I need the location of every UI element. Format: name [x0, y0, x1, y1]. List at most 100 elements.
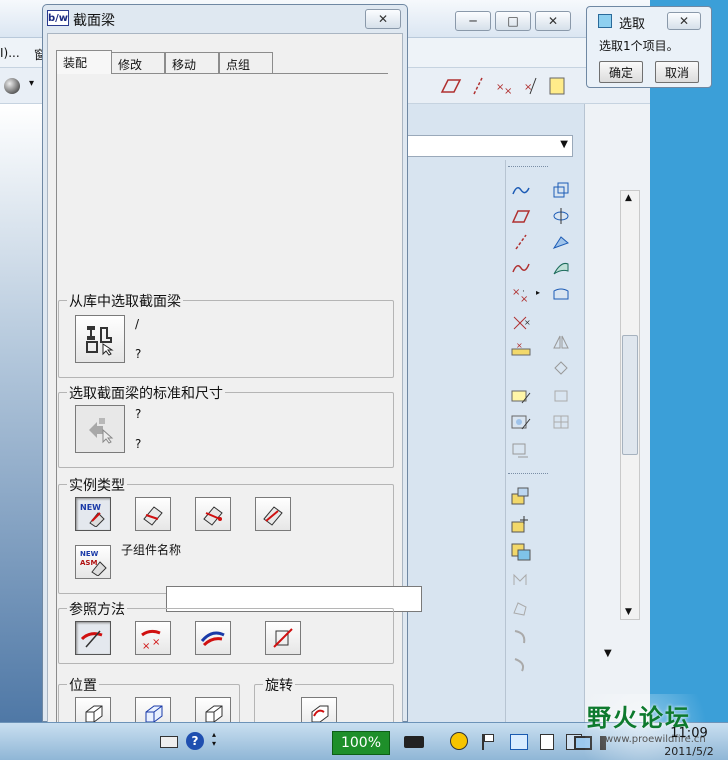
library-beam-icon — [86, 326, 114, 356]
dialog-close-button[interactable]: ✕ — [365, 9, 401, 29]
close-icon: ✕ — [547, 14, 559, 28]
beam-reference-icon — [203, 506, 223, 526]
selection-close-button[interactable]: ✕ — [667, 12, 701, 30]
standard-size-group: 选取截面梁的标准和尺寸 ? ? — [58, 383, 394, 468]
keyboard-icon[interactable] — [160, 736, 178, 748]
package-component-icon[interactable] — [510, 542, 532, 562]
extrude-icon[interactable] — [550, 180, 572, 200]
svg-text:×: × — [142, 641, 150, 651]
library-value-1: / — [135, 317, 140, 331]
maximize-button[interactable]: □ — [495, 11, 531, 31]
help-icon[interactable]: ? — [186, 732, 204, 750]
maximize-icon: □ — [507, 14, 519, 28]
dropdown-arrow-icon[interactable]: ▾ — [29, 78, 34, 89]
tab-move[interactable]: 移动 — [165, 52, 219, 74]
selection-popup: 选取 ✕ 选取1个项目。 确定 取消 — [586, 6, 712, 88]
cancel-button[interactable]: 取消 — [655, 61, 699, 83]
svg-text:NEW: NEW — [80, 550, 99, 558]
selection-message: 选取1个项目。 — [599, 39, 679, 53]
clock-date[interactable]: 2011/5/2 — [650, 745, 728, 758]
standard-value-1: ? — [135, 407, 142, 421]
app-close-button[interactable]: ✕ — [535, 11, 571, 31]
select-standard-button[interactable] — [75, 405, 125, 453]
minimize-button[interactable]: ─ — [455, 11, 491, 31]
datum-plane-icon[interactable] — [510, 206, 532, 226]
panel-dropdown-icon[interactable]: ▼ — [604, 648, 612, 659]
coordinate-system-icon[interactable]: × — [510, 312, 532, 332]
reference-method-3-button[interactable] — [195, 621, 231, 655]
scroll-up-icon[interactable]: ▲ — [625, 193, 632, 203]
select-from-library-button[interactable] — [75, 315, 125, 363]
datum-graph-icon[interactable] — [510, 412, 532, 432]
instance-type-2-button[interactable] — [135, 497, 171, 531]
qq-icon[interactable] — [450, 732, 468, 750]
battery-indicator[interactable]: 100% — [332, 731, 390, 755]
reference-method-2-button[interactable]: × × — [135, 621, 171, 655]
standard-value-2: ? — [135, 437, 142, 451]
position-label: 位置 — [67, 675, 99, 695]
standard-group-label: 选取截面梁的标准和尺寸 — [67, 383, 225, 403]
new-assembly-icon: NEW ASM — [80, 550, 107, 576]
sweep-icon[interactable] — [550, 232, 572, 252]
library-value-2: ? — [135, 347, 142, 361]
reference-method-label: 参照方法 — [67, 599, 127, 619]
assemble-component-icon[interactable] — [510, 486, 532, 506]
ok-button[interactable]: 确定 — [599, 61, 643, 83]
blend-icon[interactable] — [550, 258, 572, 278]
datum-tools-icon[interactable]: × × × — [436, 74, 572, 98]
new-assembly-button[interactable]: NEW ASM — [75, 545, 111, 579]
datum-point-icon[interactable]: × × · — [510, 284, 532, 304]
flag-icon[interactable] — [482, 734, 496, 750]
network-app-icon[interactable] — [510, 734, 528, 750]
create-component-icon[interactable] — [510, 514, 532, 534]
minimize-icon: ─ — [469, 14, 477, 28]
render-sphere-icon[interactable] — [4, 78, 20, 94]
datum-curve-icon[interactable] — [510, 180, 532, 200]
vertical-feature-toolbar: × × · ▸ × × — [505, 160, 583, 722]
power-plug-icon[interactable] — [404, 736, 424, 748]
beam-mirror-icon — [263, 506, 283, 526]
dialog-title: 截面梁 — [73, 13, 115, 29]
bw-logo-icon: b/w — [47, 10, 69, 26]
scroll-down-icon[interactable]: ▼ — [625, 607, 632, 617]
analysis-icon[interactable]: × — [510, 338, 532, 358]
dialog-titlebar[interactable]: b/w 截面梁 ✕ — [43, 5, 407, 33]
flyout-arrow-icon[interactable]: ▸ — [536, 288, 540, 297]
revolve-icon[interactable] — [550, 206, 572, 226]
tab-point-group[interactable]: 点组 — [219, 52, 273, 74]
toolbar-separator — [508, 473, 548, 474]
instance-type-3-button[interactable] — [195, 497, 231, 531]
tab-assembly[interactable]: 装配 — [56, 50, 112, 74]
filter-combobox[interactable]: ▼ — [405, 135, 573, 157]
insert-datum-icon[interactable] — [510, 386, 532, 406]
svg-text:·: · — [522, 287, 525, 297]
datum-axis-icon[interactable] — [510, 232, 532, 252]
graphics-viewport[interactable] — [0, 104, 44, 722]
mirror-icon-disabled — [550, 332, 572, 352]
sketch-curve-icon[interactable] — [510, 258, 532, 278]
new-instance-button[interactable]: NEW — [75, 497, 111, 531]
tab-modify[interactable]: 修改 — [111, 52, 165, 74]
svg-text:NEW: NEW — [80, 503, 101, 512]
language-bar-icon[interactable]: ▴ ▾ — [212, 730, 216, 748]
restructure-icon-disabled — [510, 626, 532, 646]
toolbar-separator — [508, 166, 548, 167]
datum-toolbar: × × × — [436, 74, 572, 98]
rotation-label: 旋转 — [263, 675, 295, 695]
dialog-body: 装配 修改 移动 点组 从库中选取截面梁 / ? 选取截面梁的标准和尺寸 ? ?… — [47, 33, 422, 734]
device-icon[interactable] — [540, 734, 554, 750]
clock-time[interactable]: 11:09 — [650, 726, 728, 741]
menu-item-partial[interactable]: I)... — [0, 46, 20, 60]
scrollbar-thumb[interactable] — [622, 335, 638, 455]
reference-method-group: 参照方法 × × — [58, 599, 394, 664]
instance-type-group: 实例类型 NEW NEW ASM 子组件名称 — [58, 475, 394, 594]
instance-type-4-button[interactable] — [255, 497, 291, 531]
close-icon: ✕ — [377, 12, 389, 26]
new-part-icon: NEW — [80, 503, 105, 527]
transform-icon-disabled — [550, 386, 572, 406]
merge-icon-disabled — [510, 654, 532, 674]
reference-method-4-button[interactable] — [265, 621, 301, 655]
svg-text:×: × — [152, 637, 160, 648]
reference-method-1-button[interactable] — [75, 621, 111, 655]
surface-icon[interactable] — [550, 284, 572, 304]
